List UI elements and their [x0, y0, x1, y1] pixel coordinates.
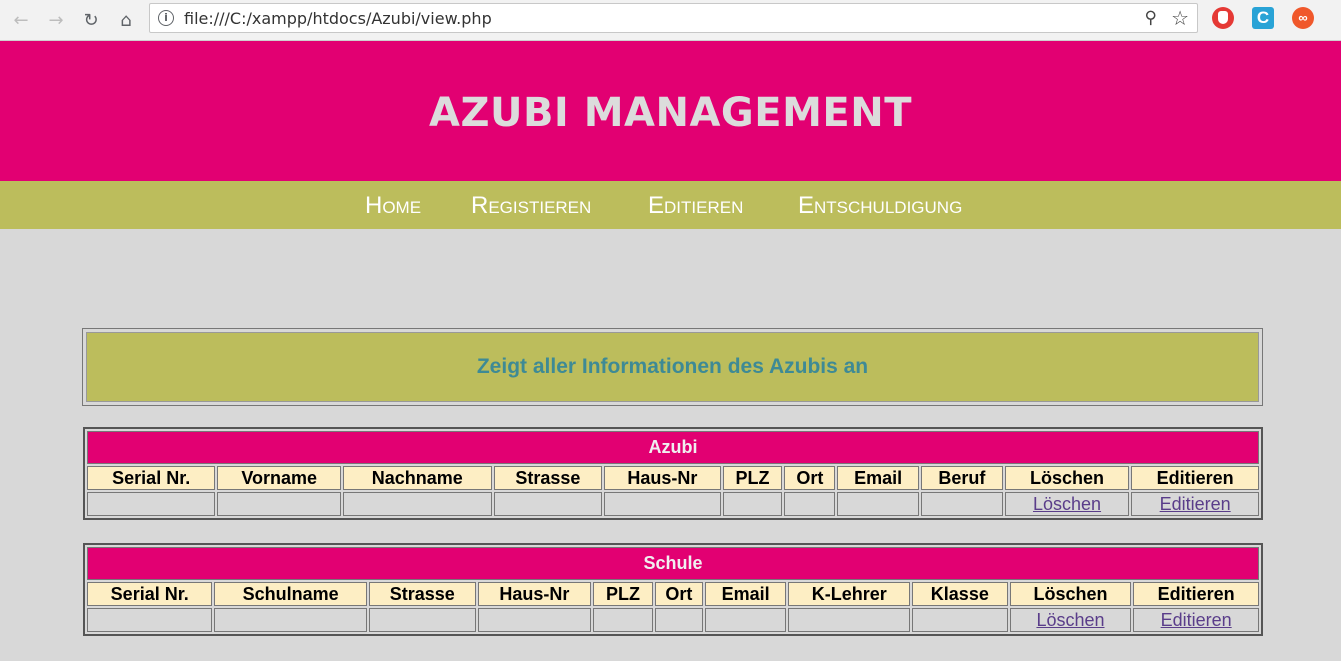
- delete-cell: Löschen: [1009, 608, 1132, 632]
- column-header: PLZ: [593, 582, 653, 606]
- edit-cell: Editieren: [1131, 492, 1259, 516]
- main-menu: Home Registieren Editieren Entschuldigun…: [0, 181, 1341, 229]
- home-icon[interactable]: ⌂: [114, 8, 138, 32]
- table-cell: [911, 608, 1008, 632]
- table-cell: [214, 608, 367, 632]
- site-title: AZUBI MANAGEMENT: [429, 90, 912, 136]
- schule-header-row: Serial Nr. Schulname Strasse Haus-Nr PLZ…: [87, 582, 1259, 606]
- site-info-icon[interactable]: i: [158, 10, 174, 26]
- c-extension-icon[interactable]: C: [1252, 7, 1274, 29]
- edit-link[interactable]: Editieren: [1160, 494, 1231, 514]
- table-row: Löschen Editieren: [87, 492, 1259, 516]
- table-cell: [921, 492, 1003, 516]
- column-header: Klasse: [911, 582, 1008, 606]
- menu-item-registieren[interactable]: Registieren: [471, 192, 591, 220]
- column-header: Email: [704, 582, 787, 606]
- table-cell: [788, 608, 910, 632]
- browser-toolbar: ← → ↻ ⌂ i file:///C:/xampp/htdocs/Azubi/…: [0, 0, 1341, 41]
- zoom-icon[interactable]: ⚲: [1145, 8, 1157, 28]
- column-header: PLZ: [722, 466, 783, 490]
- column-header: Nachname: [342, 466, 492, 490]
- reload-icon[interactable]: ↻: [79, 8, 103, 32]
- table-cell: [837, 492, 919, 516]
- infinity-extension-icon[interactable]: ∞: [1292, 7, 1314, 29]
- column-header: Editieren: [1131, 466, 1259, 490]
- column-header: Vorname: [217, 466, 341, 490]
- address-bar[interactable]: i file:///C:/xampp/htdocs/Azubi/view.php…: [149, 3, 1198, 33]
- table-cell: [477, 608, 592, 632]
- column-header: Serial Nr.: [87, 466, 216, 490]
- table-cell: [342, 492, 492, 516]
- azubi-header-row: Serial Nr. Vorname Nachname Strasse Haus…: [87, 466, 1259, 490]
- column-header: Löschen: [1009, 582, 1132, 606]
- column-header: Serial Nr.: [87, 582, 213, 606]
- table-cell: [654, 608, 703, 632]
- column-header: Strasse: [368, 582, 476, 606]
- forward-arrow-icon[interactable]: →: [44, 8, 68, 32]
- delete-link[interactable]: Löschen: [1036, 610, 1104, 630]
- delete-link[interactable]: Löschen: [1033, 494, 1101, 514]
- azubi-table-title: Azubi: [87, 431, 1259, 464]
- column-header: Haus-Nr: [477, 582, 592, 606]
- address-url[interactable]: file:///C:/xampp/htdocs/Azubi/view.php: [184, 9, 492, 28]
- column-header: Ort: [654, 582, 703, 606]
- menu-item-home[interactable]: Home: [365, 192, 421, 220]
- delete-cell: Löschen: [1004, 492, 1130, 516]
- column-header: Editieren: [1133, 582, 1259, 606]
- column-header: Beruf: [921, 466, 1003, 490]
- column-header: Ort: [784, 466, 836, 490]
- column-header: Löschen: [1004, 466, 1130, 490]
- azubi-table: Azubi Serial Nr. Vorname Nachname Strass…: [83, 427, 1263, 520]
- menu-item-entschuldigung[interactable]: Entschuldigung: [798, 192, 962, 220]
- back-arrow-icon[interactable]: ←: [9, 8, 33, 32]
- table-cell: [493, 492, 603, 516]
- table-row: Löschen Editieren: [87, 608, 1259, 632]
- table-cell: [593, 608, 653, 632]
- table-cell: [722, 492, 783, 516]
- info-box-inner: Zeigt aller Informationen des Azubis an: [86, 332, 1259, 402]
- menu-item-editieren[interactable]: Editieren: [648, 192, 743, 220]
- table-cell: [87, 608, 213, 632]
- table-cell: [704, 608, 787, 632]
- schule-table-title: Schule: [87, 547, 1259, 580]
- table-cell: [604, 492, 721, 516]
- info-box: Zeigt aller Informationen des Azubis an: [82, 328, 1263, 406]
- column-header: Strasse: [493, 466, 603, 490]
- edit-cell: Editieren: [1133, 608, 1259, 632]
- column-header: Schulname: [214, 582, 367, 606]
- edit-link[interactable]: Editieren: [1161, 610, 1232, 630]
- info-message: Zeigt aller Informationen des Azubis an: [476, 355, 869, 378]
- column-header: Email: [837, 466, 919, 490]
- table-cell: [368, 608, 476, 632]
- table-cell: [217, 492, 341, 516]
- bookmark-star-icon[interactable]: ☆: [1171, 6, 1189, 30]
- site-header: AZUBI MANAGEMENT: [0, 41, 1341, 181]
- table-cell: [784, 492, 836, 516]
- adblock-extension-icon[interactable]: [1212, 7, 1234, 29]
- schule-table: Schule Serial Nr. Schulname Strasse Haus…: [83, 543, 1263, 636]
- column-header: Haus-Nr: [604, 466, 721, 490]
- table-cell: [87, 492, 216, 516]
- column-header: K-Lehrer: [788, 582, 910, 606]
